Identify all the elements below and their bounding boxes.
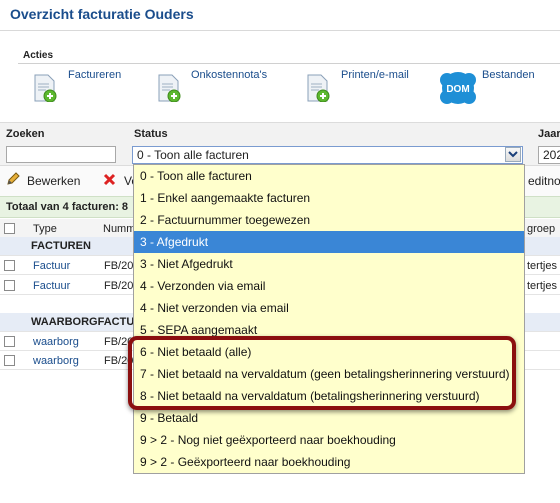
pencil-icon [7,172,20,185]
row-checkbox[interactable] [4,260,15,271]
bestanden-action[interactable]: DOM [437,70,479,109]
status-option-12[interactable]: 9 > 2 - Nog niet geëxporteerd naar boekh… [134,429,524,451]
factureren-link[interactable]: Factureren [68,69,121,81]
dom-badge-text: DOM [446,84,469,95]
highlight-annotation [128,336,516,410]
verwijderen-button[interactable] [103,173,116,189]
jaar-input[interactable]: 202 [538,146,560,164]
acties-divider [18,63,560,64]
onkostennotas-link[interactable]: Onkostennota's [191,69,267,81]
bestanden-link[interactable]: Bestanden [482,69,535,81]
printen-action[interactable] [306,74,330,105]
document-add-icon [158,74,181,103]
row-checkbox[interactable] [4,355,15,366]
status-option-1[interactable]: 1 - Enkel aangemaakte facturen [134,187,524,209]
column-header-groep[interactable]: groep [527,223,555,235]
factureren-action[interactable] [33,74,57,105]
status-option-13[interactable]: 9 > 2 - Geëxporteerd naar boekhouding [134,451,524,473]
delete-x-icon [103,173,116,186]
status-option-6[interactable]: 4 - Niet verzonden via email [134,297,524,319]
totals-text: Totaal van 4 facturen: 8 [6,201,129,213]
status-option-3-selected[interactable]: 3 - Afgedrukt [134,231,524,253]
printen-email-link[interactable]: Printen/e-mail [341,69,409,81]
row-groep: tertjes [527,280,557,292]
acties-label: Acties [23,50,54,61]
page-title: Overzicht facturatie Ouders [10,6,194,22]
row-type-link[interactable]: Factuur [33,280,70,292]
creditnota-label[interactable]: editno [528,174,560,188]
document-add-icon [307,74,330,103]
title-divider [0,30,560,31]
jaar-label: Jaar [538,128,560,140]
group-label: FACTUREN [31,240,91,252]
row-checkbox[interactable] [4,336,15,347]
status-option-0[interactable]: 0 - Toon alle facturen [134,165,524,187]
onkostennotas-action[interactable] [157,74,181,105]
chevron-down-icon [508,151,518,158]
row-groep: tertjes [527,260,557,272]
status-option-11[interactable]: 9 - Betaald [134,407,524,429]
row-checkbox[interactable] [4,280,15,291]
bewerken-label[interactable]: Bewerken [27,174,80,188]
row-type-link[interactable]: Factuur [33,260,70,272]
row-type-link[interactable]: waarborg [33,355,79,367]
document-add-icon [34,74,57,103]
status-option-5[interactable]: 4 - Verzonden via email [134,275,524,297]
select-all-checkbox[interactable] [4,223,15,234]
dom-badge-icon: DOM [440,72,476,104]
search-input[interactable] [6,146,116,163]
row-type-link[interactable]: waarborg [33,336,79,348]
zoeken-label: Zoeken [6,128,45,140]
status-dropdown-arrow[interactable] [505,147,521,162]
status-option-2[interactable]: 2 - Factuurnummer toegewezen [134,209,524,231]
status-select[interactable]: 0 - Toon alle facturen [132,146,523,164]
bewerken-button[interactable] [6,172,20,189]
group-label: WAARBORGFACTUR [31,316,143,328]
status-option-4[interactable]: 3 - Niet Afgedrukt [134,253,524,275]
status-label: Status [134,128,168,140]
column-header-nummer[interactable]: Numm [103,223,135,235]
column-header-type[interactable]: Type [33,223,57,235]
